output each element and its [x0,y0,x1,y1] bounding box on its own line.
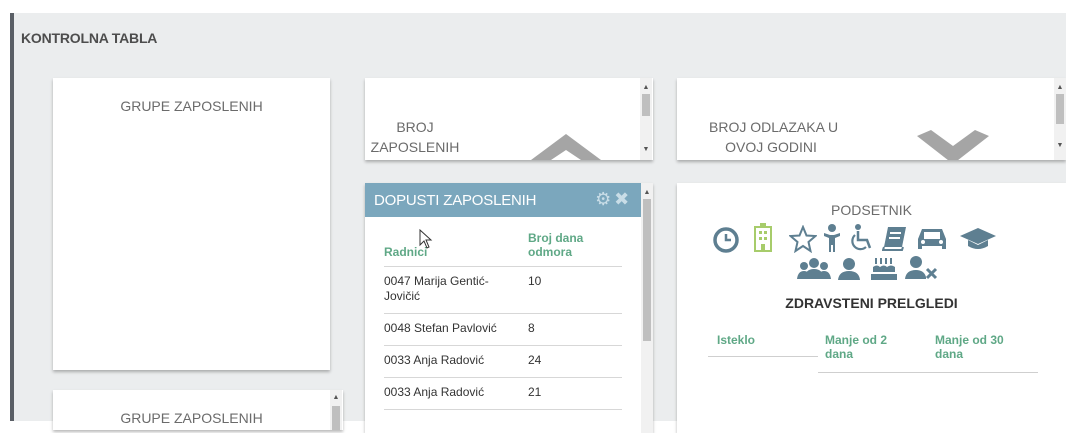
birthday-cake-icon[interactable] [870,255,898,281]
column-isteklo[interactable]: Isteklo [717,333,797,347]
mouse-cursor-icon [419,229,433,249]
scroll-thumb[interactable] [643,199,651,341]
column-manje-od-2-dana[interactable]: Manje od 2 dana [825,333,905,361]
chevron-down-icon [917,130,989,160]
employee-name: 0048 Stefan Pavlović [384,313,524,346]
broj-zaposlenih-card[interactable]: BROJ ZAPOSLENIH ▲ ▼ [365,78,653,160]
scroll-thumb[interactable] [1056,94,1064,124]
card-title-line2: ZAPOSLENIH [370,139,460,155]
car-icon[interactable] [915,225,949,253]
broj-odlazaka-card[interactable]: BROJ ODLAZAKA U OVOJ GODINI ▲ ▼ [677,78,1066,160]
employee-name: 0047 Marija Gentić-Jovičić [384,266,524,314]
column-header-radnici[interactable]: Radnici [384,231,524,267]
scroll-thumb[interactable] [332,406,340,430]
column-header-broj-dana[interactable]: Broj dana odmora [524,231,622,267]
grupe-zaposlenih-card[interactable]: GRUPE ZAPOSLENIH [53,78,330,370]
card-title: GRUPE ZAPOSLENIH [120,410,263,426]
card-scrollbar[interactable]: ▲ ▼ [640,78,652,160]
dashboard-title: KONTROLNA TABLA [21,30,158,46]
book-icon[interactable] [882,225,908,253]
scroll-thumb[interactable] [642,94,650,116]
zdravstveni-pregledi-title: ZDRAVSTENI PRELGLEDI [785,295,958,311]
employee-name: 0033 Anja Radović [384,377,524,410]
dashboard-accent-bar [10,13,14,421]
dopusti-title: DOPUSTI ZAPOSLENIH [374,192,537,209]
gear-icon[interactable]: ⚙ [595,189,611,210]
table-row[interactable]: 0047 Marija Gentić-Jovičić 10 [384,266,622,314]
dopusti-zaposlenih-card[interactable]: DOPUSTI ZAPOSLENIH ⚙ ✖ Radnici Broj dana… [365,183,653,433]
close-icon[interactable]: ✖ [614,189,629,210]
chevron-up-icon [531,134,601,160]
table-row[interactable]: 0048 Stefan Pavlović 8 [384,313,622,346]
user-remove-icon[interactable] [905,255,939,281]
group-icon[interactable] [797,257,831,281]
podsetnik-card[interactable]: PODSETNIK ZDRAVSTENI PRELGLEDI Isteklo M… [677,183,1066,433]
vacation-days: 21 [524,377,622,410]
vacation-days: 10 [524,266,622,314]
scroll-down-icon[interactable]: ▼ [640,144,652,156]
person-icon[interactable] [822,223,842,253]
vacation-days: 8 [524,313,622,346]
scroll-up-icon[interactable]: ▲ [640,82,652,94]
podsetnik-title: PODSETNIK [831,202,912,218]
employee-name: 0033 Anja Radović [384,345,524,378]
card-scrollbar[interactable]: ▲ [330,390,342,430]
graduation-cap-icon[interactable] [959,225,997,253]
star-icon[interactable] [789,225,817,253]
scroll-up-icon[interactable]: ▲ [330,392,342,404]
vacation-days: 24 [524,345,622,378]
card-title-line2: OVOJ GODINI [725,139,817,155]
card-scrollbar[interactable]: ▲ ▼ [1054,78,1066,160]
column-manje-od-30-dana[interactable]: Manje od 30 dana [935,333,1025,361]
grupe-zaposlenih-card-2[interactable]: GRUPE ZAPOSLENIH ▲ [53,390,343,430]
card-scrollbar[interactable]: ▲ [641,183,653,433]
dopusti-table: Radnici Broj dana odmora 0047 Marija Gen… [384,231,622,410]
hospital-icon[interactable] [752,223,774,253]
scroll-up-icon[interactable]: ▲ [1054,82,1066,94]
column-divider [928,372,1038,373]
column-divider [818,372,928,373]
scroll-up-icon[interactable]: ▲ [641,187,653,199]
user-icon[interactable] [837,257,861,281]
card-title: GRUPE ZAPOSLENIH [120,98,263,114]
scroll-down-icon[interactable]: ▼ [1054,140,1066,152]
table-row[interactable]: 0033 Anja Radović 21 [384,377,622,410]
clock-icon[interactable] [713,227,739,253]
table-row[interactable]: 0033 Anja Radović 24 [384,345,622,378]
dopusti-header: DOPUSTI ZAPOSLENIH ⚙ ✖ [365,183,641,217]
card-title-line1: BROJ ODLAZAKA U [709,119,839,135]
wheelchair-icon[interactable] [849,223,877,253]
card-title-line1: BROJ [396,119,434,135]
column-divider [708,356,818,357]
